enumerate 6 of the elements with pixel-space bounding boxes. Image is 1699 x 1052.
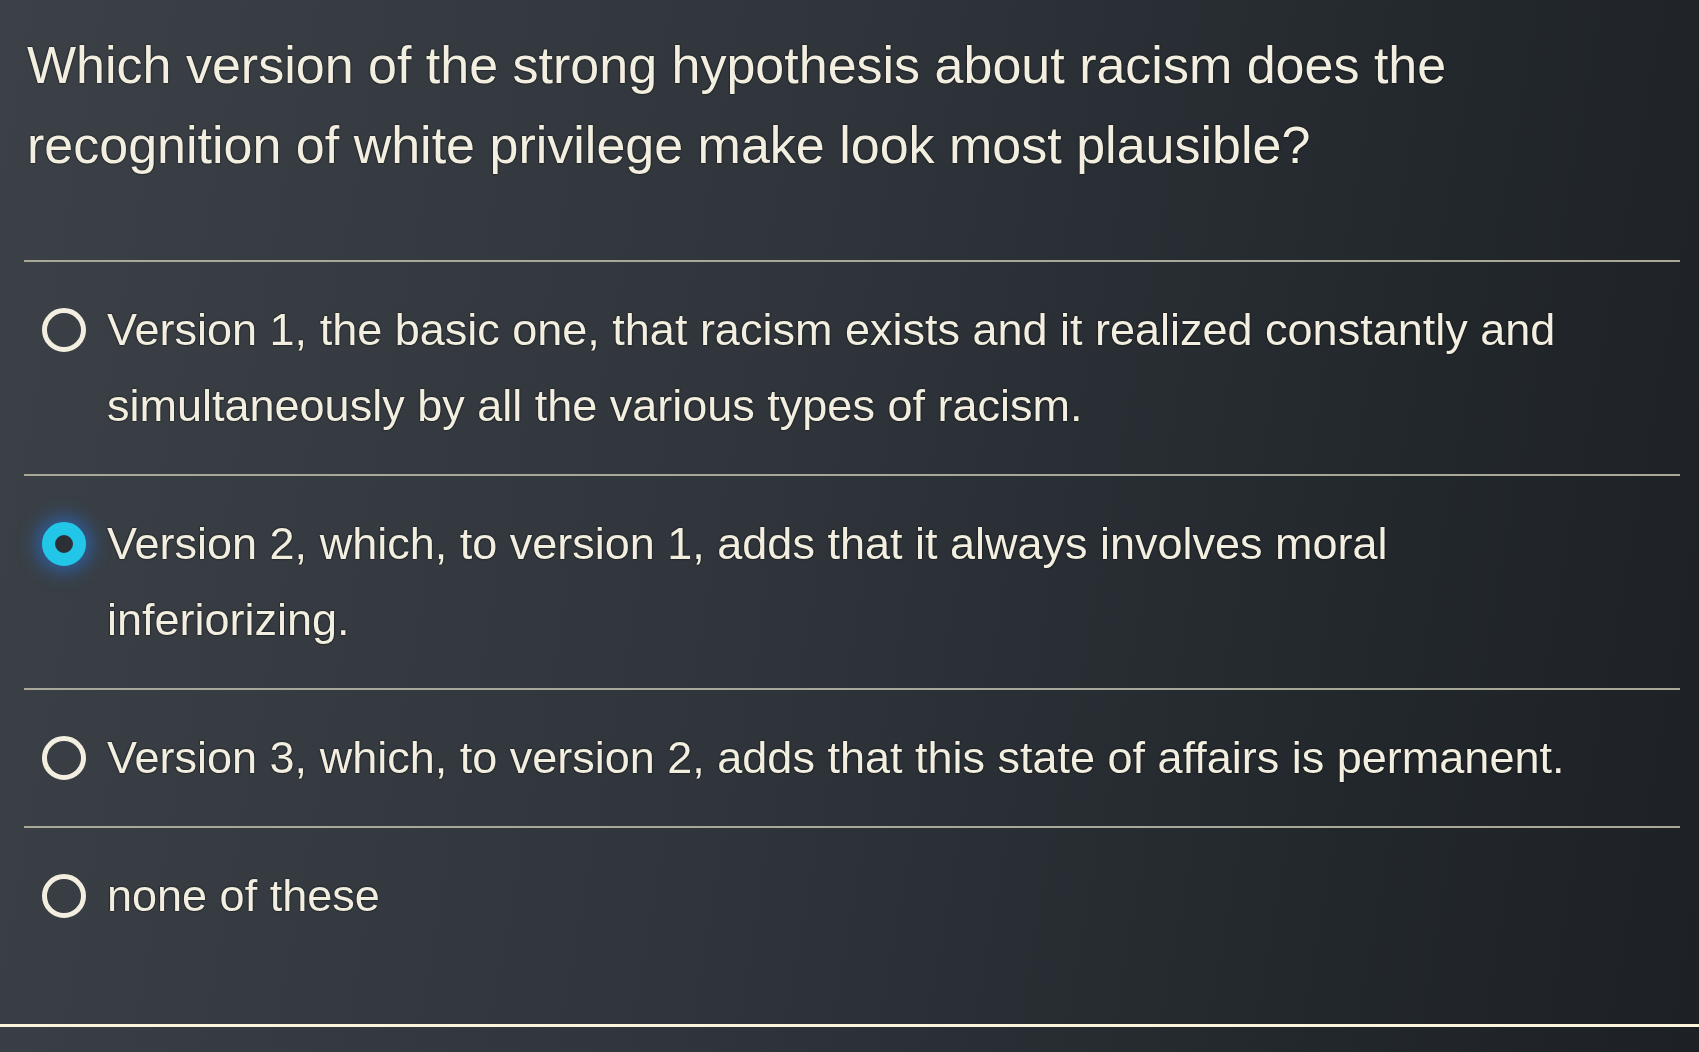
question-text: Which version of the strong hypothesis about racism does the recognition of white privilege make look most plausible? xyxy=(27,35,1448,176)
radio-button[interactable] xyxy=(42,522,86,566)
option-label[interactable]: Version 1, the basic one, that racism exists and it realized constantly and simultaneously by all the various types of racism. xyxy=(107,292,1607,444)
option-label[interactable]: Version 2, which, to version 1, adds that it always involves moral inferiorizing. xyxy=(107,506,1607,658)
option-label[interactable]: none of these xyxy=(107,858,1607,934)
option-label[interactable]: Version 3, which, to version 2, adds that this state of affairs is permanent. xyxy=(107,720,1607,796)
